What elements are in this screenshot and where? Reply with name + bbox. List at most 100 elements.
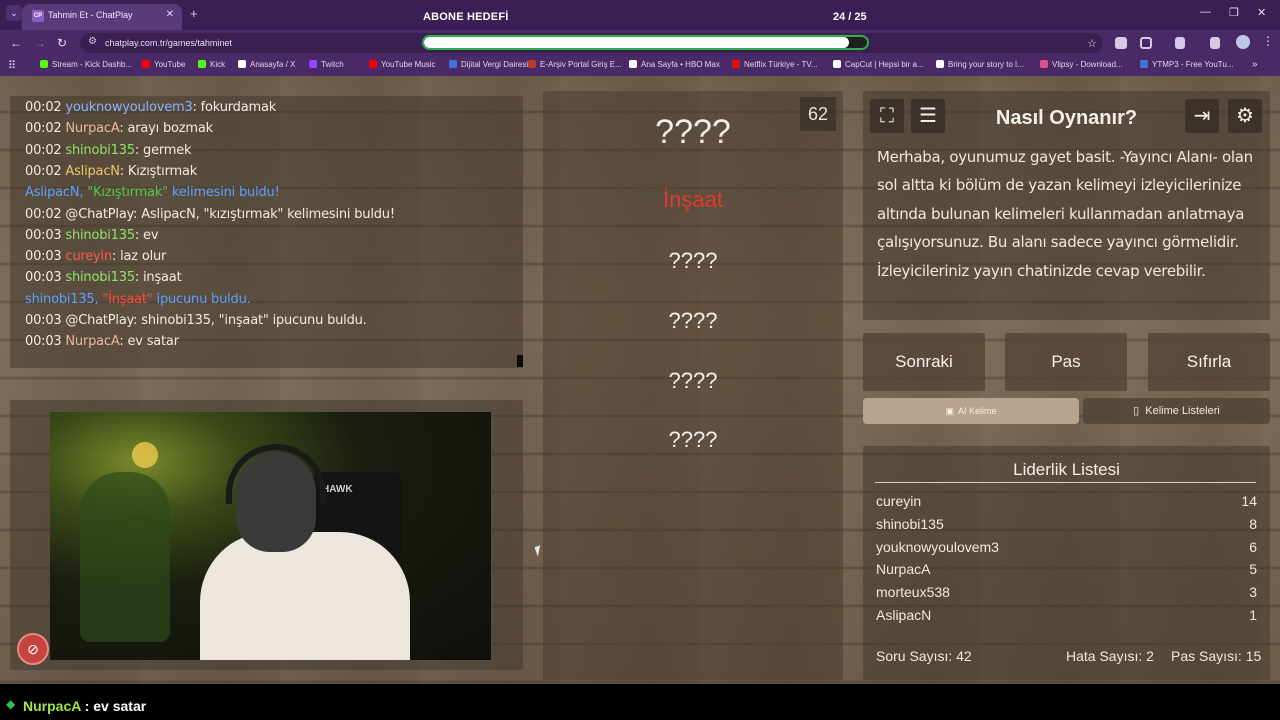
bookmark-label: YouTube [154,60,186,69]
word-lists-label: Kelime Listeleri [1145,405,1220,417]
chat-username[interactable]: shinobi135 [65,270,135,285]
bookmark-favicon-icon [369,60,377,68]
bookmark-item[interactable]: Anasayfa / X [238,60,295,69]
site-info-icon[interactable]: ⚙ [88,36,97,47]
system-message-part: shinobi135, [25,291,103,307]
chat-scroll-indicator[interactable] [517,355,523,367]
browser-tab[interactable]: CP Tahmin Et - ChatPlay ✕ [22,4,182,30]
bookmark-label: Stream - Kick Dashb... [52,60,133,69]
chat-text: : laz olur [112,249,167,265]
chat-username[interactable]: @ChatPlay [65,207,133,222]
bookmark-label: CapCut | Hepsi bir a... [845,60,924,69]
word-lists-button[interactable]: ▯ Kelime Listeleri [1083,398,1270,424]
tab-search-icon[interactable]: ⌄ [6,5,22,21]
chat-system-message: shinobi135, "İnşaat" ipucunu buldu. [25,292,251,307]
chat-message: 00:03 shinobi135: ev [25,227,159,243]
bookmark-item[interactable]: Dijital Vergi Dairesi [449,60,528,69]
next-button[interactable]: Sonraki [863,333,985,391]
url-field[interactable]: ⚙ chatplay.com.tr/games/tahminet ☆ [80,33,1103,53]
pass-button[interactable]: Pas [1005,333,1127,391]
leaderboard-row: NurpacA 5 [876,561,1257,581]
bookmark-item[interactable]: YouTube Music [369,60,436,69]
chat-text: : shinobi135, "inşaat" ipucunu buldu. [133,313,367,328]
bookmark-item[interactable]: YouTube [142,60,185,69]
chat-message: 00:02 AslipacN: Kızıştırmak [25,164,197,179]
chat-text: : ev [134,227,159,243]
chatplay-favicon-icon: CP [32,10,44,22]
chat-username[interactable]: NurpacA [65,334,119,349]
chat-timestamp: 00:02 [25,163,62,179]
bookmark-item[interactable]: Netflix Türkiye - TV... [732,60,818,69]
bookmark-item[interactable]: Twitch [309,60,344,69]
bookmark-item[interactable]: CapCut | Hepsi bir a... [833,60,924,69]
exit-icon[interactable]: ⇥ [1185,99,1219,133]
bookmark-star-icon[interactable]: ☆ [1087,37,1097,50]
ai-word-label: AI Kelime [958,406,997,416]
chat-username[interactable]: cureyin [65,249,112,264]
bookmark-item[interactable]: Ana Sayfa • HBO Max [629,60,720,69]
chat-username[interactable]: AslipacN [65,164,120,179]
chat-message: 00:02 @ChatPlay: AslipacN, "kızıştırmak"… [25,207,395,222]
plant-image [80,472,170,642]
extension-icon[interactable] [1115,37,1127,49]
leaderboard-divider [875,482,1256,483]
leaderboard-name: NurpacA [876,561,931,578]
chat-username[interactable]: shinobi135 [65,228,135,243]
window-close-icon[interactable]: ✕ [1257,6,1266,19]
bookmark-item[interactable]: Vlipsy - Download... [1040,60,1123,69]
media-icon[interactable] [1210,37,1220,49]
chat-username[interactable]: youknowyoulovem3 [65,100,192,115]
bookmark-item[interactable]: YTMP3 - Free YouTu... [1140,60,1234,69]
chat-username[interactable]: @ChatPlay [65,313,133,328]
apps-grid-icon[interactable]: ⠿ [8,59,16,72]
ai-word-button[interactable]: ▣ AI Kelime [863,398,1079,424]
bookmark-item[interactable]: Stream - Kick Dashb... [40,60,132,69]
back-icon[interactable]: ← [10,36,22,50]
reset-button[interactable]: Sıfırla [1148,333,1270,391]
bookmark-item[interactable]: Kick [198,60,225,69]
tab-close-icon[interactable]: ✕ [166,9,174,20]
chat-text: : fokurdamak [192,100,277,115]
bookmark-item[interactable]: Bring your story to l... [936,60,1024,69]
bookmark-label: Bring your story to l... [948,60,1024,69]
browser-menu-icon[interactable]: ⋮ [1262,34,1274,48]
latest-message: NurpacA : ev satar [23,698,146,714]
reload-icon[interactable]: ↻ [57,36,67,50]
chat-text: : Kızıştırmak [119,163,198,179]
hint-word-revealed: İnşaat [663,187,723,212]
leaderboard-score: 8 [1249,515,1257,532]
forward-icon[interactable]: → [34,36,46,50]
notebook-icon: ▯ [1133,405,1140,417]
leaderboard-panel: Liderlik Listesi cureyin 14 shinobi135 8 you… [863,446,1270,680]
maximize-icon[interactable]: ❐ [1229,6,1239,19]
system-message-part: AslipacN, [25,185,88,201]
bookmark-label: Anasayfa / X [250,60,296,69]
tab-title: Tahmin Et - ChatPlay [48,10,133,20]
chat-system-message: AslipacN, "Kızıştırmak" kelimesini buldu… [25,185,280,200]
gear-icon[interactable]: ⚙ [1228,99,1262,133]
bookmark-label: Vlipsy - Download... [1052,60,1123,69]
game-page: 00:02 youknowyoulovem3: fokurdamak 00:02 … [0,76,1280,684]
chat-username[interactable]: shinobi135 [65,143,135,158]
leaderboard-name: shinobi135 [876,515,944,532]
error-count: Hata Sayısı: 2 [1066,648,1154,664]
leaderboard-score: 1 [1249,607,1257,623]
leaderboard-score: 6 [1249,538,1257,555]
word-panel: 62 ???? İnşaat???????????????? [543,91,843,680]
new-tab-icon[interactable]: + [190,6,198,21]
no-entry-icon[interactable]: ⊘ [17,633,49,665]
bookmark-favicon-icon [238,60,246,68]
puzzle-extension-icon[interactable] [1140,37,1152,49]
minimize-icon[interactable]: — [1200,6,1211,18]
bookmark-favicon-icon [629,60,637,68]
bookmark-favicon-icon [833,60,841,68]
more-bookmarks-icon[interactable]: » [1252,59,1258,70]
profile-avatar-icon[interactable] [1236,35,1250,49]
chat-timestamp: 00:02 [25,121,62,137]
bookmark-item[interactable]: E-Arşiv Portal Giriş E... [528,60,622,69]
vpn-icon[interactable] [1175,37,1185,49]
diamond-icon: ◆ [6,697,16,711]
chat-username[interactable]: NurpacA [65,121,119,136]
subscriber-goal-progress-fill [424,37,850,48]
leaderboard-row: morteux538 3 [876,584,1257,604]
